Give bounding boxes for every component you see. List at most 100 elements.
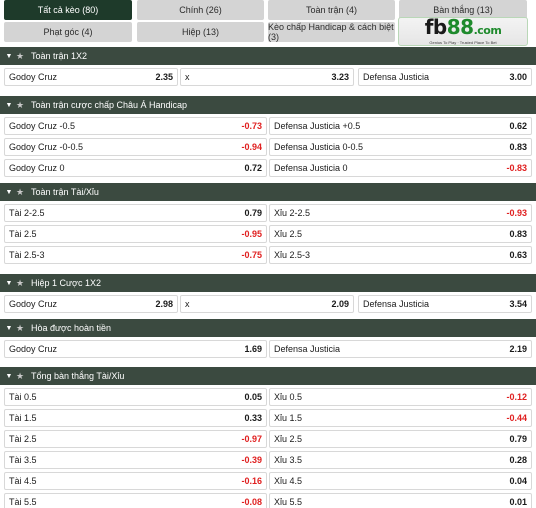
odds-value: -0.16 (241, 476, 262, 486)
tab-half[interactable]: Hiệp (13) (137, 22, 264, 42)
odds-cell[interactable]: Godoy Cruz -0.5 -0.73 (4, 117, 267, 135)
odds-cell[interactable]: Defensa Justicia 0-0.5 0.83 (269, 138, 532, 156)
odds-cell[interactable]: Tài 2.5 -0.97 (4, 430, 267, 448)
selection-label: Tài 4.5 (9, 476, 37, 486)
selection-label: Defensa Justicia (274, 344, 341, 354)
fb88-logo: fb88.com Genius To Play · Trusted Place … (398, 17, 528, 46)
odds-cell[interactable]: Tài 2-2.5 0.79 (4, 204, 267, 222)
odds-cell[interactable]: Defensa Justicia 2.19 (269, 340, 532, 358)
odds-value: -0.12 (506, 392, 527, 402)
star-icon[interactable]: ★ (15, 278, 25, 289)
odds-value: 2.09 (331, 299, 349, 309)
selection-label: Xỉu 2-2.5 (274, 208, 311, 218)
odds-cell[interactable]: Xỉu 2.5-3 0.63 (269, 246, 532, 264)
odds-cell[interactable]: Tài 2.5 -0.95 (4, 225, 267, 243)
odds-value: 0.79 (244, 208, 262, 218)
star-icon[interactable]: ★ (15, 371, 25, 382)
odds-cell[interactable]: Defensa Justicia 3.54 (358, 295, 532, 313)
odds-cell[interactable]: Xỉu 3.5 0.28 (269, 451, 532, 469)
odds-value: 0.04 (509, 476, 527, 486)
odds-value: 0.83 (509, 142, 527, 152)
star-icon[interactable]: ★ (15, 323, 25, 334)
odds-cell[interactable]: Tài 5.5 -0.08 (4, 493, 267, 508)
tab-main[interactable]: Chính (26) (137, 0, 264, 20)
section-header-hiep-1-cuoc-1x2[interactable]: ▼ ★ Hiệp 1 Cược 1X2 (0, 274, 536, 292)
chevron-down-icon[interactable]: ▼ (3, 325, 15, 332)
odds-value: -0.93 (506, 208, 527, 218)
section-header-hoa-duoc-hoan-tien[interactable]: ▼ ★ Hòa được hoàn tiền (0, 319, 536, 337)
odds-cell[interactable]: Tài 1.5 0.33 (4, 409, 267, 427)
odds-cell[interactable]: Tài 3.5 -0.39 (4, 451, 267, 469)
selection-label: Tài 1.5 (9, 413, 37, 423)
section-header-tong-ban-thang-tai-xiu[interactable]: ▼ ★ Tổng bàn thắng Tài/Xỉu (0, 367, 536, 385)
odds-cell[interactable]: x 3.23 (180, 68, 354, 86)
selection-label: Xỉu 5.5 (274, 497, 303, 507)
selection-label: Xỉu 0.5 (274, 392, 303, 402)
selection-label: x (185, 299, 190, 309)
section-header-toan-tran-tai-xiu[interactable]: ▼ ★ Toàn trận Tài/Xỉu (0, 183, 536, 201)
odds-cell[interactable]: Tài 0.5 0.05 (4, 388, 267, 406)
odds-cell[interactable]: Defensa Justicia 0 -0.83 (269, 159, 532, 177)
selection-label: x (185, 72, 190, 82)
section-title: Tổng bàn thắng Tài/Xỉu (31, 371, 125, 381)
tab-all[interactable]: Tất cả kèo (80) (4, 0, 132, 20)
tab-full-match[interactable]: Toàn trận (4) (268, 0, 395, 20)
odds-value: 3.54 (509, 299, 527, 309)
odds-value: -0.39 (241, 455, 262, 465)
odds-cell[interactable]: Tài 2.5-3 -0.75 (4, 246, 267, 264)
odds-cell[interactable]: Xỉu 2.5 0.83 (269, 225, 532, 243)
odds-value: 0.83 (509, 229, 527, 239)
section-header-toan-tran-1x2[interactable]: ▼ ★ Toàn trận 1X2 (0, 47, 536, 65)
tab-handicap[interactable]: Kèo chấp Handicap & cách biệt (3) (268, 22, 395, 42)
chevron-down-icon[interactable]: ▼ (3, 280, 15, 287)
chevron-down-icon[interactable]: ▼ (3, 53, 15, 60)
section-title: Hòa được hoàn tiền (31, 323, 111, 333)
odds-cell[interactable]: x 2.09 (180, 295, 354, 313)
odds-value: 1.69 (244, 344, 262, 354)
selection-label: Xỉu 4.5 (274, 476, 303, 486)
odds-value: 2.98 (155, 299, 173, 309)
odds-value: 3.23 (331, 72, 349, 82)
selection-label: Xỉu 3.5 (274, 455, 303, 465)
odds-cell[interactable]: Xỉu 4.5 0.04 (269, 472, 532, 490)
odds-cell[interactable]: Tài 4.5 -0.16 (4, 472, 267, 490)
selection-label: Tài 2.5-3 (9, 250, 45, 260)
odds-cell[interactable]: Xỉu 2-2.5 -0.93 (269, 204, 532, 222)
section-title: Toàn trận 1X2 (31, 51, 88, 61)
odds-value: 0.05 (244, 392, 262, 402)
odds-value: 3.00 (509, 72, 527, 82)
selection-label: Xỉu 1.5 (274, 413, 303, 423)
odds-cell[interactable]: Xỉu 1.5 -0.44 (269, 409, 532, 427)
odds-value: 0.79 (509, 434, 527, 444)
odds-cell[interactable]: Godoy Cruz -0-0.5 -0.94 (4, 138, 267, 156)
selection-label: Defensa Justicia 0-0.5 (274, 142, 364, 152)
selection-label: Defensa Justicia (363, 299, 430, 309)
selection-label: Godoy Cruz 0 (9, 163, 65, 173)
odds-cell[interactable]: Defensa Justicia 3.00 (358, 68, 532, 86)
star-icon[interactable]: ★ (15, 187, 25, 198)
odds-value: 0.28 (509, 455, 527, 465)
star-icon[interactable]: ★ (15, 100, 25, 111)
tab-corners[interactable]: Phạt góc (4) (4, 22, 132, 42)
star-icon[interactable]: ★ (15, 51, 25, 62)
section-title: Hiệp 1 Cược 1X2 (31, 278, 101, 288)
odds-value: -0.44 (506, 413, 527, 423)
selection-label: Tài 3.5 (9, 455, 37, 465)
odds-value: 2.35 (155, 72, 173, 82)
odds-value: -0.95 (241, 229, 262, 239)
chevron-down-icon[interactable]: ▼ (3, 373, 15, 380)
odds-cell[interactable]: Godoy Cruz 2.35 (4, 68, 178, 86)
chevron-down-icon[interactable]: ▼ (3, 102, 15, 109)
section-header-toan-tran-cuoc-chap-chau-a-handicap[interactable]: ▼ ★ Toàn trận cược chấp Châu Á Handicap (0, 96, 536, 114)
odds-cell[interactable]: Xỉu 2.5 0.79 (269, 430, 532, 448)
odds-cell[interactable]: Xỉu 5.5 0.01 (269, 493, 532, 508)
odds-cell[interactable]: Godoy Cruz 1.69 (4, 340, 267, 358)
odds-cell[interactable]: Godoy Cruz 2.98 (4, 295, 178, 313)
selection-label: Defensa Justicia (363, 72, 430, 82)
selection-label: Godoy Cruz (9, 344, 58, 354)
odds-cell[interactable]: Xỉu 0.5 -0.12 (269, 388, 532, 406)
odds-value: 0.33 (244, 413, 262, 423)
odds-cell[interactable]: Defensa Justicia +0.5 0.62 (269, 117, 532, 135)
odds-cell[interactable]: Godoy Cruz 0 0.72 (4, 159, 267, 177)
chevron-down-icon[interactable]: ▼ (3, 189, 15, 196)
